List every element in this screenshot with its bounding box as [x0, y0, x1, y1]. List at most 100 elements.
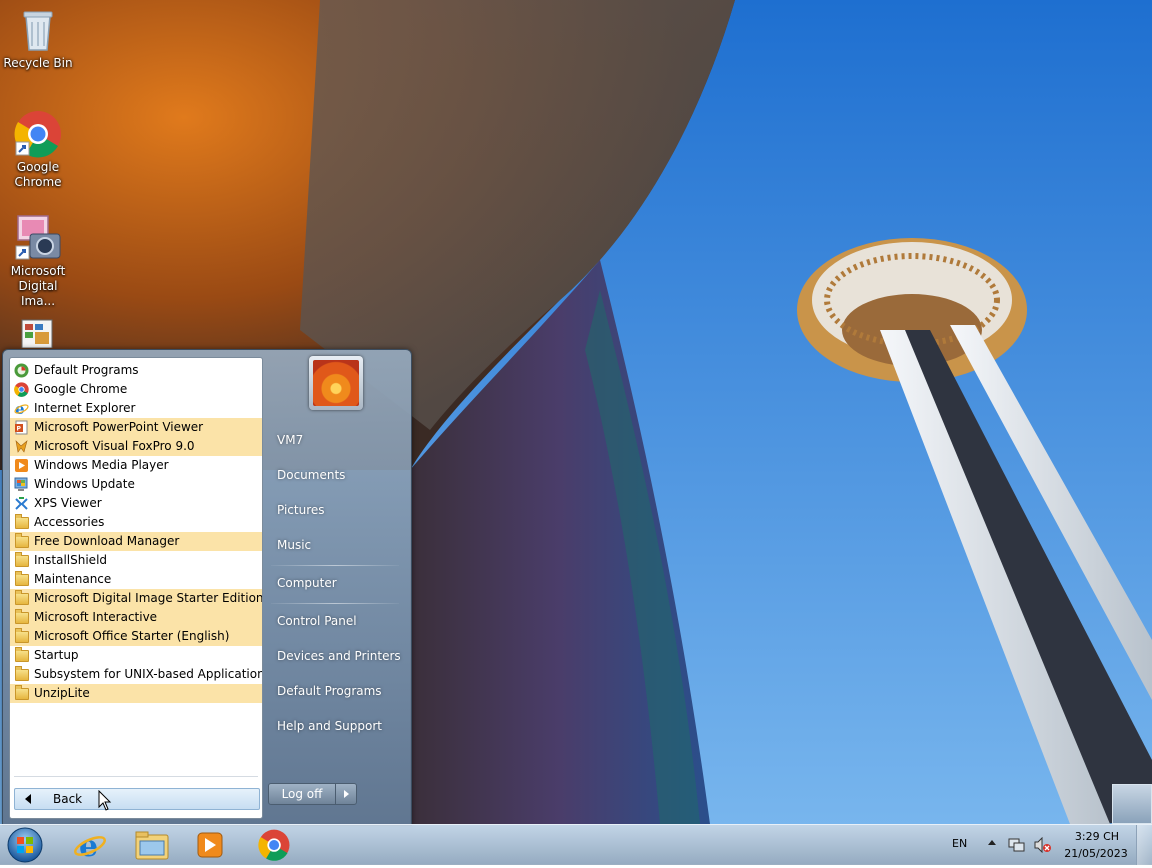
- user-picture[interactable]: [309, 356, 363, 410]
- folder-item-office-starter[interactable]: Microsoft Office Starter (English): [10, 627, 262, 646]
- powerpoint-viewer-icon: P: [14, 420, 29, 435]
- desktop-icon-label: Microsoft Digital Ima...: [10, 264, 66, 308]
- start-item-computer[interactable]: Computer: [269, 569, 407, 597]
- folder-icon: [15, 685, 29, 700]
- foxpro-icon: [14, 439, 29, 454]
- program-label: XPS Viewer: [34, 496, 102, 510]
- program-label: Microsoft Visual FoxPro 9.0: [34, 439, 195, 453]
- program-item-visual-foxpro[interactable]: Microsoft Visual FoxPro 9.0: [10, 437, 262, 456]
- program-label: Windows Media Player: [34, 458, 169, 472]
- program-list: Default Programs Google Chrome e Interne…: [10, 361, 262, 703]
- folder-item-unziplite[interactable]: UnzipLite: [10, 684, 262, 703]
- program-label: Free Download Manager: [34, 534, 180, 548]
- back-arrow-icon: [25, 794, 31, 804]
- folder-icon: [15, 571, 29, 586]
- program-label: Google Chrome: [34, 382, 128, 396]
- digital-image-icon: [14, 214, 62, 262]
- folder-icon: [15, 647, 29, 662]
- desktop-icon-digital-image[interactable]: Microsoft Digital Ima...: [0, 214, 76, 309]
- folder-icon: [15, 552, 29, 567]
- folder-item-maintenance[interactable]: Maintenance: [10, 570, 262, 589]
- chrome-icon: [258, 829, 290, 861]
- svg-text:e: e: [79, 829, 98, 863]
- right-column-divider: [271, 565, 399, 566]
- start-button[interactable]: [4, 825, 46, 865]
- program-item-windows-update[interactable]: Windows Update: [10, 475, 262, 494]
- folder-item-startup[interactable]: Startup: [10, 646, 262, 665]
- start-item-pictures[interactable]: Pictures: [269, 496, 407, 524]
- start-item-help-support[interactable]: Help and Support: [269, 712, 407, 740]
- xps-viewer-icon: [14, 496, 29, 511]
- taskbar-google-chrome[interactable]: [248, 827, 300, 863]
- recycle-bin-icon: [14, 6, 62, 54]
- start-item-devices-printers[interactable]: Devices and Printers: [269, 642, 407, 670]
- show-desktop-button[interactable]: [1136, 825, 1152, 865]
- back-label: Back: [53, 792, 83, 806]
- internet-explorer-icon: e: [14, 400, 29, 418]
- desktop-icon-google-chrome[interactable]: Google Chrome: [0, 110, 76, 190]
- folder-item-digital-image-starter[interactable]: Microsoft Digital Image Starter Edition …: [10, 589, 262, 608]
- program-label: Internet Explorer: [34, 401, 136, 415]
- program-item-default-programs[interactable]: Default Programs: [10, 361, 262, 380]
- program-label: UnzipLite: [34, 686, 90, 700]
- folder-icon: [15, 590, 29, 605]
- program-label: Startup: [34, 648, 79, 662]
- program-item-internet-explorer[interactable]: e Internet Explorer: [10, 399, 262, 418]
- taskbar: e EN 3:29 CH 21/05/2023: [0, 824, 1152, 865]
- start-item-music[interactable]: Music: [269, 531, 407, 559]
- back-button[interactable]: Back: [14, 788, 260, 810]
- folder-item-accessories[interactable]: Accessories: [10, 513, 262, 532]
- folder-icon: [15, 666, 29, 681]
- program-label: Microsoft Office Starter (English): [34, 629, 230, 643]
- desktop-icon-label: Recycle Bin: [3, 56, 73, 70]
- program-label: Microsoft Interactive: [34, 610, 158, 624]
- program-label: Windows Update: [34, 477, 135, 491]
- default-programs-icon: [14, 363, 29, 378]
- folder-item-free-download-manager[interactable]: Free Download Manager: [10, 532, 262, 551]
- windows-logo-icon: [7, 827, 43, 863]
- start-item-user-folder[interactable]: VM7: [269, 426, 407, 454]
- taskbar-media-player[interactable]: [184, 827, 236, 863]
- folder-item-unix-subsystem[interactable]: Subsystem for UNIX-based Applications: [10, 665, 262, 684]
- all-programs-pane: Default Programs Google Chrome e Interne…: [9, 357, 263, 819]
- internet-explorer-icon: e: [74, 829, 106, 864]
- program-item-xps-viewer[interactable]: XPS Viewer: [10, 494, 262, 513]
- start-item-default-programs[interactable]: Default Programs: [269, 677, 407, 705]
- folder-icon: [15, 609, 29, 624]
- window-thumbnail[interactable]: [1112, 784, 1152, 824]
- program-item-powerpoint-viewer[interactable]: P Microsoft PowerPoint Viewer: [10, 418, 262, 437]
- folder-icon: [15, 514, 29, 529]
- svg-text:P: P: [17, 426, 22, 433]
- folder-item-microsoft-interactive[interactable]: Microsoft Interactive: [10, 608, 262, 627]
- show-hidden-icons-chevron-icon[interactable]: [988, 840, 996, 845]
- taskbar-internet-explorer[interactable]: e: [64, 827, 116, 864]
- desktop-icon-recycle-bin[interactable]: Recycle Bin: [0, 6, 76, 71]
- program-label: Microsoft PowerPoint Viewer: [34, 420, 204, 434]
- volume-muted-icon[interactable]: [1034, 836, 1052, 856]
- folder-icon: [15, 628, 29, 643]
- taskbar-file-explorer[interactable]: [126, 827, 178, 863]
- program-item-windows-media-player[interactable]: Windows Media Player: [10, 456, 262, 475]
- media-gallery-icon: [14, 316, 62, 348]
- folder-item-installshield[interactable]: InstallShield: [10, 551, 262, 570]
- clock-time[interactable]: 3:29 CH: [1068, 830, 1126, 843]
- media-player-icon: [14, 458, 29, 473]
- clock-date[interactable]: 21/05/2023: [1062, 847, 1130, 860]
- program-label: Accessories: [34, 515, 105, 529]
- shutdown-options-button[interactable]: [335, 783, 357, 805]
- language-indicator[interactable]: EN: [952, 837, 967, 850]
- chrome-icon: [14, 110, 62, 158]
- program-item-google-chrome[interactable]: Google Chrome: [10, 380, 262, 399]
- start-item-control-panel[interactable]: Control Panel: [269, 607, 407, 635]
- logoff-button[interactable]: Log off: [268, 783, 336, 805]
- file-explorer-icon: [135, 831, 169, 860]
- desktop-icon-partial[interactable]: [0, 316, 76, 348]
- start-menu: Default Programs Google Chrome e Interne…: [2, 349, 412, 826]
- mouse-cursor-icon: [98, 790, 112, 811]
- start-item-documents[interactable]: Documents: [269, 461, 407, 489]
- network-icon[interactable]: [1008, 837, 1026, 856]
- media-player-icon: [197, 832, 223, 858]
- right-column-divider: [271, 603, 399, 604]
- program-label: Maintenance: [34, 572, 112, 586]
- program-label: Default Programs: [34, 363, 139, 377]
